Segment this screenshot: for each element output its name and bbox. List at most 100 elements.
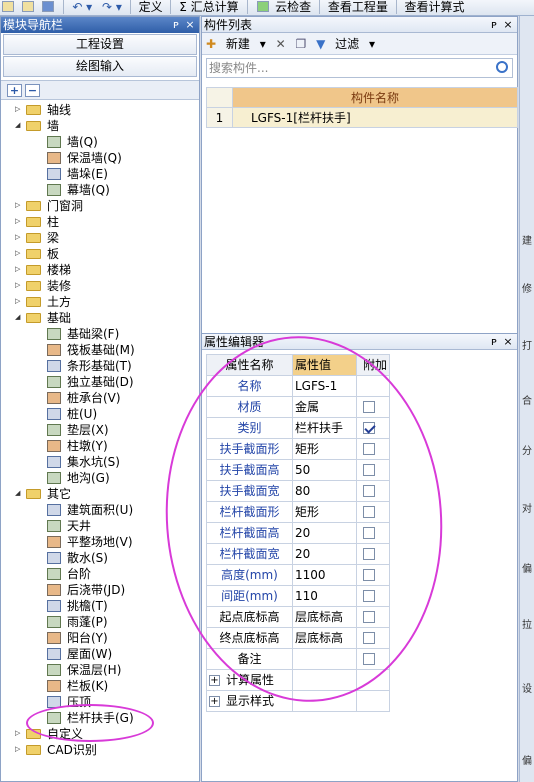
expand-arrow-icon[interactable]: ▷ xyxy=(15,106,22,113)
tree-item[interactable]: 后浇带(JD) xyxy=(1,582,199,598)
tree-category[interactable]: ◢ 墙 xyxy=(1,118,199,134)
summary-calc-button[interactable]: Σ 汇总计算 xyxy=(179,0,238,14)
tree-item-label: 桩(U) xyxy=(67,407,98,421)
tree-category[interactable]: ▷ 板 xyxy=(1,246,199,262)
new-button[interactable]: 新建 ▾ xyxy=(226,35,266,53)
expand-arrow-icon[interactable]: ▷ xyxy=(15,282,22,289)
close-icon[interactable]: × xyxy=(501,334,515,350)
redo-icon[interactable]: ↷ ▾ xyxy=(102,0,122,14)
tree-category[interactable]: ▷ 梁 xyxy=(1,230,199,246)
tree-item[interactable]: 保温层(H) xyxy=(1,662,199,678)
main-toolbar: ↶ ▾ ↷ ▾ 定义 Σ 汇总计算 云检查 查看工程量 查看计算式 xyxy=(0,0,534,16)
expand-arrow-icon[interactable]: ▷ xyxy=(15,250,22,257)
right-side-toolbar: 建修打合分对偏拉设偏 xyxy=(519,16,534,782)
module-nav-panel: 模块导航栏 ᴘ × 工程设置 绘图输入 + − ▷ 轴线 ◢ 墙墙(Q) 保温墙(Q) 墙垛(… xyxy=(0,16,200,782)
expand-plus-icon[interactable]: + xyxy=(209,695,220,707)
close-icon[interactable]: × xyxy=(501,17,515,33)
tree-item[interactable]: 筏板基础(M) xyxy=(1,342,199,358)
tree-category-label: 墙 xyxy=(47,119,60,133)
tree-category[interactable]: ▷ 轴线 xyxy=(1,102,199,118)
side-tool-label[interactable]: 建 xyxy=(522,236,533,247)
tree-category[interactable]: ▷ 柱 xyxy=(1,214,199,230)
save-icon[interactable] xyxy=(41,1,54,12)
component-name-cell[interactable]: LGFS-1[栏杆扶手] xyxy=(232,107,518,128)
tree-item[interactable]: 屋面(W) xyxy=(1,646,199,662)
delete-icon[interactable]: ✕ xyxy=(276,35,286,53)
tree-item[interactable]: 墙垛(E) xyxy=(1,166,199,182)
copy-icon[interactable]: ❐ xyxy=(295,35,306,53)
tree-item-label: 幕墙(Q) xyxy=(67,183,110,197)
side-tool-label[interactable]: 对 xyxy=(522,504,533,515)
pin-icon[interactable]: ᴘ xyxy=(169,17,183,33)
column-header-name[interactable]: 构件名称 xyxy=(232,87,518,108)
side-tool-label[interactable]: 设 xyxy=(522,684,533,695)
expand-plus-icon[interactable]: + xyxy=(209,674,220,686)
tree-category[interactable]: ◢ 基础 xyxy=(1,310,199,326)
expand-arrow-icon[interactable]: ▷ xyxy=(15,202,22,209)
row-number: 1 xyxy=(206,107,233,128)
filter-icon[interactable]: ▼ xyxy=(316,35,325,53)
open-folder-icon[interactable] xyxy=(21,1,34,12)
tree-category[interactable]: ▷ 土方 xyxy=(1,294,199,310)
component-search-input[interactable]: 搜索构件... xyxy=(206,58,513,78)
expand-arrow-icon[interactable]: ▷ xyxy=(15,730,22,737)
tree-item[interactable]: 保温墙(Q) xyxy=(1,150,199,166)
undo-icon[interactable]: ↶ ▾ xyxy=(72,0,92,14)
tree-item[interactable]: 幕墙(Q) xyxy=(1,182,199,198)
new-icon[interactable]: ✚ xyxy=(206,35,216,53)
collapse-arrow-icon[interactable]: ◢ xyxy=(15,490,22,497)
expand-arrow-icon[interactable]: ▷ xyxy=(15,298,22,305)
tree-item[interactable]: 桩承台(V) xyxy=(1,390,199,406)
folder-icon xyxy=(26,297,41,307)
close-icon[interactable]: × xyxy=(183,17,197,33)
tree-item[interactable]: 柱墩(Y) xyxy=(1,438,199,454)
table-row[interactable]: 1 LGFS-1[栏杆扶手] xyxy=(206,107,518,128)
component-type-icon xyxy=(47,648,61,660)
tree-item[interactable]: 雨蓬(P) xyxy=(1,614,199,630)
side-tool-label[interactable]: 分 xyxy=(522,446,533,457)
pin-icon[interactable]: ᴘ xyxy=(487,17,501,33)
tree-item[interactable]: 独立基础(D) xyxy=(1,374,199,390)
tree-item[interactable]: 挑檐(T) xyxy=(1,598,199,614)
new-file-icon[interactable] xyxy=(2,1,14,12)
tree-item[interactable]: 阳台(Y) xyxy=(1,630,199,646)
side-tool-label[interactable]: 合 xyxy=(522,396,533,407)
tree-item[interactable]: 栏板(K) xyxy=(1,678,199,694)
tree-item[interactable]: 垫层(X) xyxy=(1,422,199,438)
collapse-all-icon[interactable]: − xyxy=(25,84,40,97)
cloud-check-button[interactable]: 云检查 xyxy=(275,0,311,14)
component-type-icon xyxy=(47,376,61,388)
tree-item[interactable]: 桩(U) xyxy=(1,406,199,422)
expand-arrow-icon[interactable]: ▷ xyxy=(15,234,22,241)
collapse-arrow-icon[interactable]: ◢ xyxy=(15,314,22,321)
side-tool-label[interactable]: 偏 xyxy=(522,564,533,575)
view-formula-button[interactable]: 查看计算式 xyxy=(405,0,465,14)
tree-category[interactable]: ▷ 门窗洞 xyxy=(1,198,199,214)
folder-icon xyxy=(26,201,41,211)
component-type-icon xyxy=(47,168,61,180)
side-tool-label[interactable]: 偏 xyxy=(522,756,533,767)
view-quantity-button[interactable]: 查看工程量 xyxy=(328,0,388,14)
side-tool-label[interactable]: 修 xyxy=(522,284,533,295)
side-tool-label[interactable]: 拉 xyxy=(522,620,533,631)
side-tool-label[interactable]: 打 xyxy=(522,341,533,352)
tree-item[interactable]: 台阶 xyxy=(1,566,199,582)
tree-category[interactable]: ▷ 楼梯 xyxy=(1,262,199,278)
expand-arrow-icon[interactable]: ▷ xyxy=(15,746,22,753)
tree-category[interactable]: ▷ 装修 xyxy=(1,278,199,294)
expand-arrow-icon[interactable]: ▷ xyxy=(15,266,22,273)
tree-item[interactable]: 条形基础(T) xyxy=(1,358,199,374)
expand-arrow-icon[interactable]: ▷ xyxy=(15,218,22,225)
tree-item[interactable]: 基础梁(F) xyxy=(1,326,199,342)
filter-button[interactable]: 过滤 ▾ xyxy=(335,35,375,53)
pin-icon[interactable]: ᴘ xyxy=(487,334,501,350)
tree-item-label: 栏板(K) xyxy=(67,679,109,693)
tree-item[interactable]: 墙(Q) xyxy=(1,134,199,150)
drawing-input-button[interactable]: 绘图输入 xyxy=(3,56,197,77)
project-settings-button[interactable]: 工程设置 xyxy=(3,34,197,55)
collapse-arrow-icon[interactable]: ◢ xyxy=(15,122,22,129)
expand-all-icon[interactable]: + xyxy=(7,84,22,97)
tree-category[interactable]: ▷ CAD识别 xyxy=(1,742,199,758)
define-button[interactable]: 定义 xyxy=(139,0,163,14)
search-icon[interactable] xyxy=(496,61,508,73)
